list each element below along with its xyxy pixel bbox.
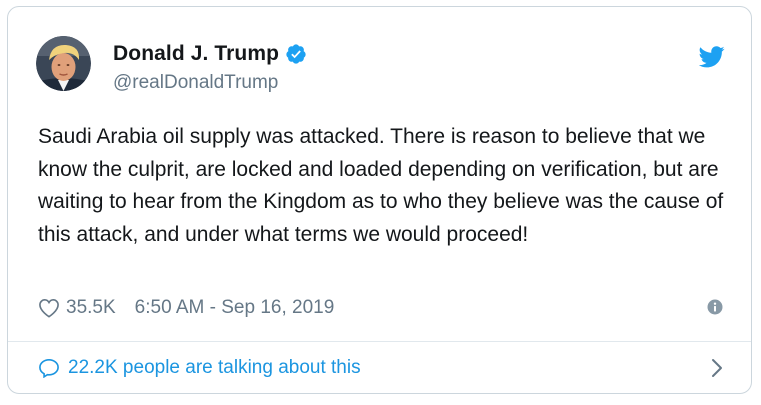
twitter-bird-icon[interactable] — [698, 46, 725, 68]
verified-badge-icon — [285, 43, 307, 65]
heart-icon — [39, 298, 59, 318]
author-row: Donald J. Trump — [113, 42, 307, 66]
tweet-card: Donald J. Trump @realDonaldTrump Saudi A… — [7, 6, 752, 394]
conversation-link[interactable]: 22.2K people are talking about this — [38, 355, 723, 381]
talking-count-text: 22.2K people are talking about this — [68, 357, 361, 378]
divider — [8, 341, 751, 342]
tweet-text: Saudi Arabia oil supply was attacked. Th… — [38, 125, 724, 246]
tweet-timestamp[interactable]: 6:50 AM - Sep 16, 2019 — [135, 297, 335, 319]
avatar[interactable] — [36, 36, 91, 91]
speech-bubble-icon — [39, 358, 59, 378]
like-count: 35.5K — [66, 297, 116, 318]
author-handle[interactable]: @realDonaldTrump — [113, 72, 278, 94]
author-name[interactable]: Donald J. Trump — [113, 42, 279, 66]
tweet-meta: 35.5K 6:50 AM - Sep 16, 2019 — [38, 297, 334, 319]
chevron-right-icon — [712, 359, 722, 377]
like-button[interactable]: 35.5K — [38, 297, 116, 319]
info-icon[interactable] — [707, 299, 723, 315]
